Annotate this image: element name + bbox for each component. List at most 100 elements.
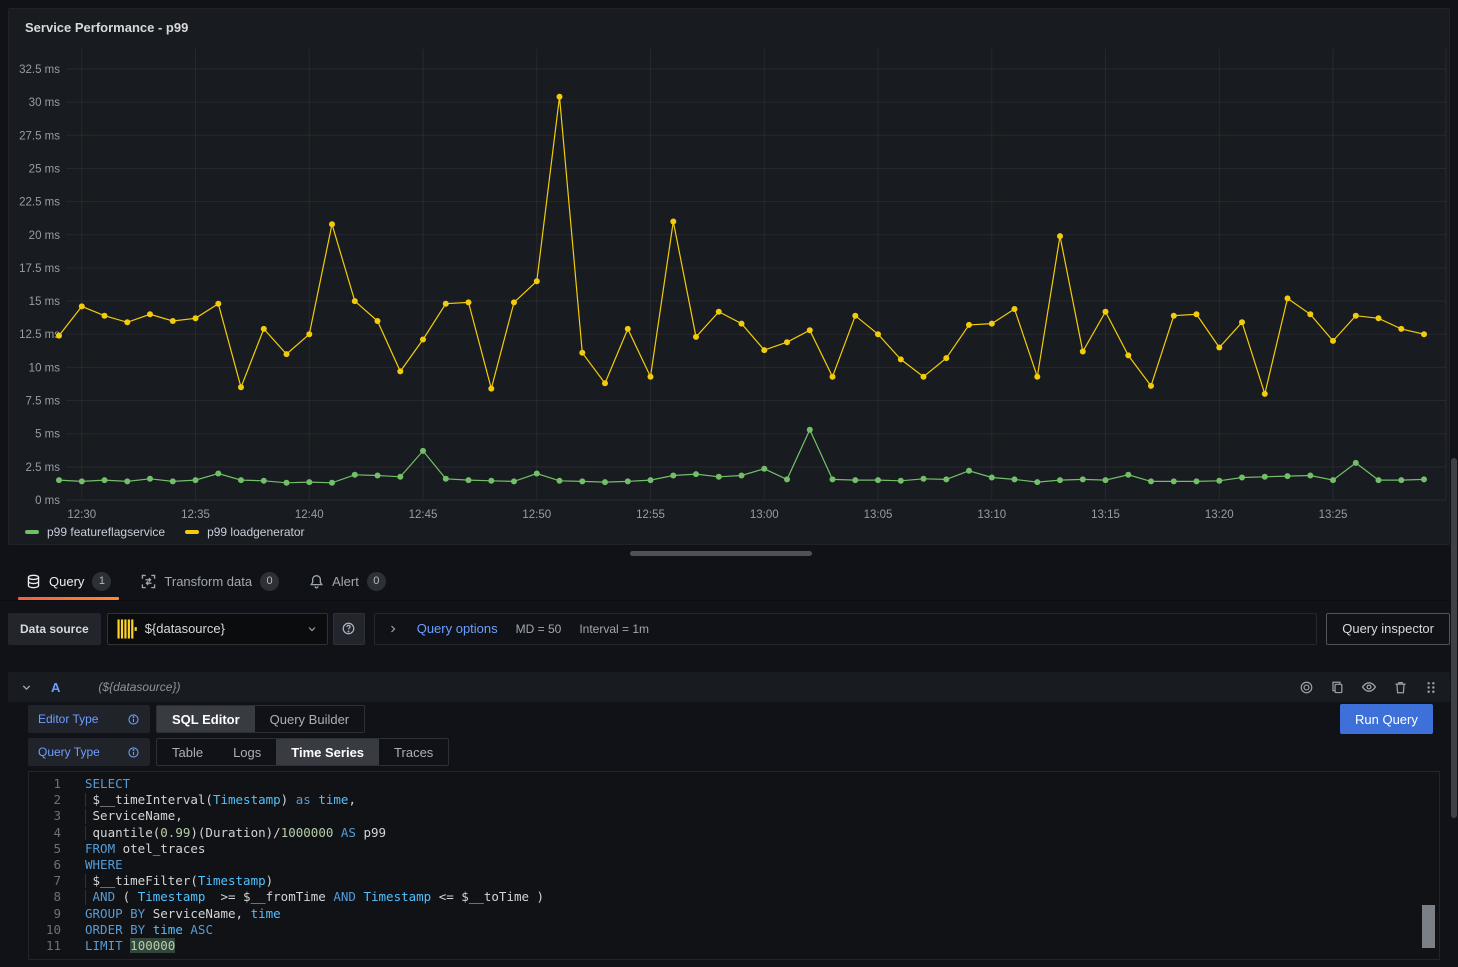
tab-label: Query <box>49 574 84 589</box>
svg-text:7.5 ms: 7.5 ms <box>25 396 60 408</box>
query-options-box: Query options MD = 50 Interval = 1m <box>374 613 1318 645</box>
datasource-label: Data source <box>8 613 101 645</box>
chevron-down-icon <box>306 623 318 635</box>
query-options-toggle[interactable]: Query options <box>417 621 498 636</box>
sql-line-number: 8 <box>29 889 61 905</box>
svg-text:27.5 ms: 27.5 ms <box>19 130 60 142</box>
query-type-option-table[interactable]: Table <box>157 739 218 765</box>
sql-code-text: ORDER BY time ASC <box>85 922 213 938</box>
info-icon[interactable] <box>127 746 140 759</box>
svg-text:25 ms: 25 ms <box>29 163 61 175</box>
query-type-row: Query Type Table Logs Time Series Traces <box>28 738 449 766</box>
datasource-help-button[interactable] <box>333 613 365 645</box>
query-type-option-time-series[interactable]: Time Series <box>276 739 379 765</box>
circle-dot-icon[interactable] <box>1299 680 1314 695</box>
sql-line: 8 AND ( Timestamp >= $__fromTime AND Tim… <box>29 889 1439 905</box>
svg-text:12:55: 12:55 <box>636 509 665 521</box>
collapse-chevron-icon[interactable] <box>20 681 33 694</box>
sql-line-number: 10 <box>29 922 61 938</box>
editor-tabbar: Query 1 Transform data 0 Alert 0 <box>0 563 1458 601</box>
legend-swatch-yellow <box>185 530 199 534</box>
question-circle-icon <box>341 621 356 636</box>
sql-code-text: $__timeFilter(Timestamp) <box>85 873 273 889</box>
query-row-header[interactable]: A (${datasource}) <box>8 672 1450 702</box>
page-scrollbar-thumb[interactable] <box>1451 458 1457 818</box>
sql-code-text: GROUP BY ServiceName, time <box>85 906 281 922</box>
svg-text:12:45: 12:45 <box>409 509 438 521</box>
svg-text:0 ms: 0 ms <box>35 495 60 507</box>
legend-item-loadgenerator[interactable]: p99 loadgenerator <box>185 525 304 539</box>
tab-alert-count-badge: 0 <box>367 572 386 591</box>
editor-type-option-sql-editor[interactable]: SQL Editor <box>157 706 255 732</box>
datasource-value: ${datasource} <box>145 621 298 636</box>
tab-label: Transform data <box>164 574 252 589</box>
svg-text:12.5 ms: 12.5 ms <box>19 329 60 341</box>
svg-text:17.5 ms: 17.5 ms <box>19 263 60 275</box>
svg-text:20 ms: 20 ms <box>29 230 61 242</box>
copy-icon[interactable] <box>1330 680 1345 695</box>
editor-type-segmented: SQL Editor Query Builder <box>156 705 365 733</box>
svg-text:5 ms: 5 ms <box>35 429 60 441</box>
sql-code-text: FROM otel_traces <box>85 841 205 857</box>
sql-line: 5 FROM otel_traces <box>29 841 1439 857</box>
bell-icon <box>309 574 324 589</box>
clickhouse-logo-icon <box>117 619 137 639</box>
sql-line: 1SELECT <box>29 776 1439 792</box>
timeseries-chart[interactable]: 0 ms2.5 ms5 ms7.5 ms10 ms12.5 ms15 ms17.… <box>9 9 1449 544</box>
panel-title[interactable]: Service Performance - p99 <box>25 20 188 35</box>
svg-text:12:35: 12:35 <box>181 509 210 521</box>
chevron-right-icon[interactable] <box>387 623 399 635</box>
panel-resize-handle[interactable] <box>630 551 812 556</box>
sql-line: 4 quantile(0.99)(Duration)/1000000 AS p9… <box>29 825 1439 841</box>
sql-code-text: SELECT <box>85 776 130 792</box>
legend-swatch-green <box>25 530 39 534</box>
sql-lines: 1SELECT2 $__timeInterval(Timestamp) as t… <box>29 776 1439 954</box>
svg-text:13:10: 13:10 <box>977 509 1006 521</box>
query-type-label: Query Type <box>28 738 150 766</box>
sql-line: 11LIMIT 100000 <box>29 938 1439 954</box>
sql-line-number: 4 <box>29 825 61 841</box>
tab-query-count-badge: 1 <box>92 572 111 591</box>
eye-icon[interactable] <box>1361 679 1377 695</box>
transform-icon <box>141 574 156 589</box>
drag-handle-icon[interactable] <box>1424 680 1438 695</box>
sql-line: 7 $__timeFilter(Timestamp) <box>29 873 1439 889</box>
info-icon[interactable] <box>127 713 140 726</box>
database-icon <box>26 574 41 589</box>
legend-label: p99 featureflagservice <box>47 525 165 539</box>
timeseries-panel: Service Performance - p99 0 ms2.5 ms5 ms… <box>8 8 1450 545</box>
datasource-picker[interactable]: ${datasource} <box>107 613 328 645</box>
sql-code-text: $__timeInterval(Timestamp) as time, <box>85 792 356 808</box>
query-type-option-logs[interactable]: Logs <box>218 739 276 765</box>
editor-scrollbar-thumb[interactable] <box>1422 905 1435 948</box>
sql-code-text: AND ( Timestamp >= $__fromTime AND Times… <box>85 889 544 905</box>
query-type-option-traces[interactable]: Traces <box>379 739 448 765</box>
query-inspector-button[interactable]: Query inspector <box>1326 613 1450 645</box>
tab-transform-data[interactable]: Transform data 0 <box>131 563 289 600</box>
query-row-actions <box>1299 679 1438 695</box>
svg-text:15 ms: 15 ms <box>29 296 61 308</box>
sql-line-number: 7 <box>29 873 61 889</box>
svg-text:13:15: 13:15 <box>1091 509 1120 521</box>
svg-text:12:40: 12:40 <box>295 509 324 521</box>
editor-type-option-query-builder[interactable]: Query Builder <box>255 706 364 732</box>
sql-code-editor[interactable]: 1SELECT2 $__timeInterval(Timestamp) as t… <box>28 771 1440 960</box>
legend-label: p99 loadgenerator <box>207 525 304 539</box>
svg-text:13:05: 13:05 <box>864 509 893 521</box>
sql-line-number: 11 <box>29 938 61 954</box>
interval-value: Interval = 1m <box>579 622 649 636</box>
run-query-button[interactable]: Run Query <box>1340 704 1433 734</box>
sql-line-number: 9 <box>29 906 61 922</box>
max-data-points-value: MD = 50 <box>516 622 562 636</box>
legend-item-featureflagservice[interactable]: p99 featureflagservice <box>25 525 165 539</box>
sql-code-text: quantile(0.99)(Duration)/1000000 AS p99 <box>85 825 386 841</box>
tab-alert[interactable]: Alert 0 <box>299 563 396 600</box>
tab-transform-count-badge: 0 <box>260 572 279 591</box>
sql-code-text: ServiceName, <box>85 808 183 824</box>
trash-icon[interactable] <box>1393 680 1408 695</box>
svg-text:12:30: 12:30 <box>67 509 96 521</box>
sql-line-number: 5 <box>29 841 61 857</box>
tab-query[interactable]: Query 1 <box>16 563 121 600</box>
svg-text:22.5 ms: 22.5 ms <box>19 197 60 209</box>
svg-text:12:50: 12:50 <box>522 509 551 521</box>
